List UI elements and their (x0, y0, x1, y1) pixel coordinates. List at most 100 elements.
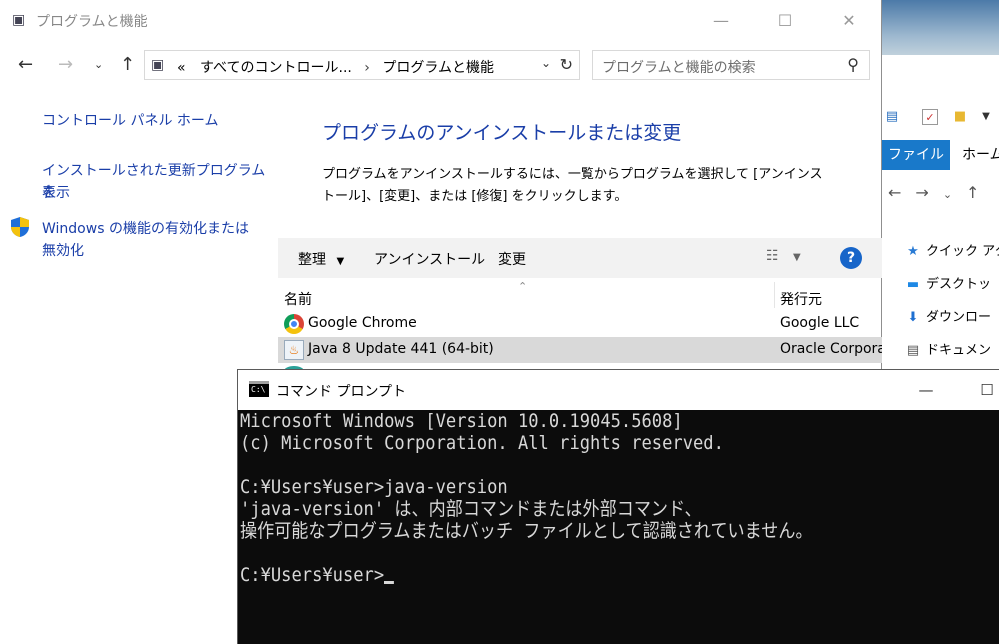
sort-ascending-icon: ⌃ (518, 280, 528, 293)
text-cursor (384, 581, 395, 584)
console-line: (c) Microsoft Corporation. All rights re… (240, 432, 724, 454)
chrome-icon (284, 314, 304, 334)
sidebar-item-label: ダウンロー (926, 310, 992, 325)
breadcrumb-programs-features[interactable]: プログラムと機能 (382, 60, 494, 76)
program-publisher: Oracle Corporation (780, 341, 882, 357)
checkmark-icon[interactable]: ✓ (922, 109, 938, 125)
file-explorer-window[interactable]: ▤ ✓ ■ ▼ ファイル ホーム ← → ⌄ ↑ ★ クイック アク ▬ デスクトッ ⬇ ダ… (881, 55, 999, 385)
control-panel-icon: ▣ (12, 12, 26, 28)
back-arrow-icon[interactable]: ← (18, 54, 33, 75)
console-line: C:¥Users¥user>java-version (240, 476, 508, 498)
sidebar-item-desktop[interactable]: ▬ デスクトッ (904, 268, 999, 301)
control-panel-icon: ▣ (151, 57, 165, 73)
chevron-down-icon[interactable]: ▼ (978, 109, 994, 125)
chevron-down-icon[interactable]: ⌄ (943, 188, 952, 201)
explorer-nav-buttons: ← → ⌄ ↑ (888, 183, 993, 202)
up-arrow-icon[interactable]: ↑ (966, 183, 979, 202)
console-prompt-line[interactable]: C:¥Users¥user> (240, 564, 929, 586)
refresh-icon[interactable]: ↻ (560, 55, 573, 74)
console-line: 操作可能なプログラムまたはバッチ ファイルとして認識されていません。 (240, 520, 813, 542)
command-prompt-window[interactable]: C:\ コマンド プロンプト — ☐ Microsoft Windows [Ve… (237, 369, 999, 644)
sidebar-item-label: クイック アク (926, 244, 999, 259)
windows-features-link-line2[interactable]: 無効化 (42, 240, 84, 262)
recent-locations-chevron-icon[interactable]: ⌄ (94, 58, 103, 71)
uninstall-button[interactable]: アンインストール (374, 249, 485, 269)
minimize-button[interactable]: — (698, 0, 744, 42)
column-divider[interactable] (774, 282, 775, 308)
maximize-button[interactable]: ☐ (964, 370, 999, 410)
installed-updates-link-line1[interactable]: インストールされた更新プログラムを (42, 160, 278, 204)
title-bar[interactable]: ▣ プログラムと機能 — ☐ ✕ (0, 0, 882, 42)
sidebar-item-label: ドキュメン (926, 343, 992, 358)
program-name: Java 8 Update 441 (64-bit) (308, 341, 494, 357)
page-title: プログラムのアンインストールまたは変更 (322, 122, 682, 144)
description-line: トール]、[変更]、または [修復] をクリックします。 (322, 189, 628, 204)
breadcrumb-all-control-panel[interactable]: すべてのコントロール... (200, 60, 352, 76)
organize-label: 整理 (298, 252, 326, 268)
close-button[interactable]: ✕ (826, 0, 872, 42)
properties-icon[interactable]: ▤ (884, 109, 900, 125)
address-row: ← → ⌄ ↑ ▣ « すべてのコントロール... › プログラムと機能 ⌄ ↻… (0, 46, 882, 82)
shield-icon (11, 217, 29, 237)
page-description: プログラムをアンインストールするには、一覧からプログラムを選択して [アンインス… (322, 164, 842, 208)
breadcrumb: « すべてのコントロール... › プログラムと機能 (177, 57, 494, 77)
forward-arrow-icon[interactable]: → (58, 54, 73, 75)
search-icon[interactable]: ⚲ (847, 55, 859, 74)
windows-features-link-line1[interactable]: Windows の機能の有効化または (42, 218, 249, 240)
console-line: 'java-version' は、内部コマンドまたは外部コマンド、 (240, 498, 702, 520)
minimize-button[interactable]: — (903, 370, 949, 410)
breadcrumb-separator-icon[interactable]: › (364, 60, 370, 76)
desktop-background (880, 0, 999, 60)
explorer-sidebar: ★ クイック アク ▬ デスクトッ ⬇ ダウンロー ▤ ドキュメン (904, 235, 999, 367)
command-toolbar: 整理 ▼ アンインストール 変更 ☷ ▼ ? (278, 238, 882, 278)
desktop-icon: ▬ (906, 277, 920, 292)
window-title: プログラムと機能 (36, 14, 148, 30)
sidebar-item-quick-access[interactable]: ★ クイック アク (904, 235, 999, 268)
organize-button[interactable]: 整理 ▼ (298, 249, 344, 269)
console-line: Microsoft Windows [Version 10.0.19045.56… (240, 410, 683, 432)
breadcrumb-overflow[interactable]: « (177, 60, 186, 76)
column-header-publisher[interactable]: 発行元 (780, 289, 822, 309)
console-output[interactable]: Microsoft Windows [Version 10.0.19045.56… (240, 410, 999, 644)
ribbon-tabs: ファイル ホーム (882, 140, 999, 170)
program-name: Google Chrome (308, 315, 417, 331)
maximize-button[interactable]: ☐ (762, 0, 808, 42)
quick-access-toolbar: ▤ ✓ ■ ▼ (882, 103, 999, 133)
download-icon: ⬇ (907, 310, 919, 325)
tab-file[interactable]: ファイル (882, 140, 950, 170)
sidebar-item-downloads[interactable]: ⬇ ダウンロー (904, 301, 999, 334)
chevron-down-icon: ▼ (336, 256, 345, 267)
chevron-down-icon: ▼ (793, 252, 801, 263)
cmd-icon: C:\ (249, 381, 269, 397)
program-publisher: Google LLC (780, 315, 860, 331)
list-header: 名前 ⌃ 発行元 (278, 280, 882, 310)
control-panel-home-link[interactable]: コントロール パネル ホーム (42, 110, 218, 132)
column-header-name[interactable]: 名前 (284, 289, 312, 309)
help-button[interactable]: ? (840, 247, 862, 269)
title-bar[interactable]: C:\ コマンド プロンプト — ☐ (238, 370, 999, 410)
sidebar-item-documents[interactable]: ▤ ドキュメン (904, 334, 999, 367)
details-view-icon: ☷ (766, 248, 779, 264)
view-options-button[interactable]: ☷ ▼ (766, 248, 801, 264)
sidebar-item-label: デスクトッ (926, 277, 992, 292)
change-button[interactable]: 変更 (498, 249, 526, 269)
java-icon: ♨ (284, 340, 304, 360)
back-arrow-icon[interactable]: ← (888, 183, 901, 202)
search-box[interactable]: プログラムと機能の検索 ⚲ (592, 50, 870, 80)
window-title: コマンド プロンプト (276, 384, 407, 400)
forward-arrow-icon[interactable]: → (915, 183, 928, 202)
chevron-down-icon[interactable]: ⌄ (541, 56, 551, 70)
table-row-selected[interactable]: ♨ Java 8 Update 441 (64-bit) Oracle Corp… (278, 337, 882, 363)
address-bar[interactable]: ▣ « すべてのコントロール... › プログラムと機能 ⌄ ↻ (144, 50, 580, 80)
folder-icon[interactable]: ■ (952, 109, 968, 125)
description-line: プログラムをアンインストールするには、一覧からプログラムを選択して [アンインス (322, 167, 823, 182)
tab-home[interactable]: ホーム (962, 140, 999, 170)
up-arrow-icon[interactable]: ↑ (120, 54, 135, 75)
installed-updates-link-line2[interactable]: 表示 (42, 182, 70, 204)
table-row[interactable]: Google Chrome Google LLC (278, 311, 882, 337)
console-prompt: C:¥Users¥user> (240, 564, 385, 586)
search-input[interactable]: プログラムと機能の検索 (602, 57, 756, 77)
document-icon: ▤ (906, 343, 920, 358)
